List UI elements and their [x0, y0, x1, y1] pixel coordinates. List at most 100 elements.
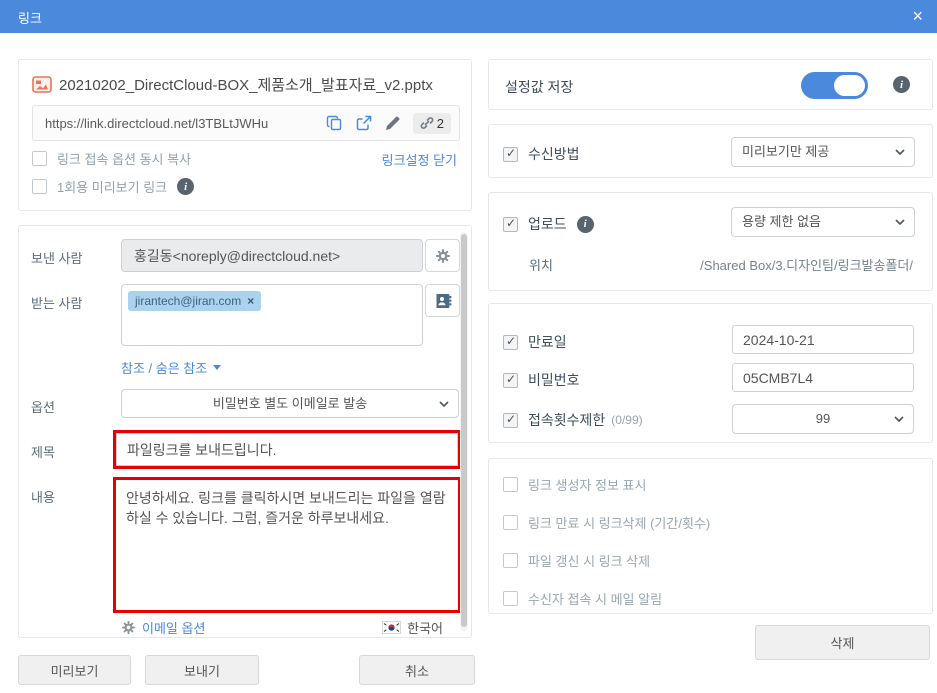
- copy-options-label: 링크 접속 옵션 동시 복사: [57, 149, 191, 168]
- chevron-down-icon: [894, 416, 904, 422]
- recipient-label: 받는 사람: [31, 293, 82, 312]
- onetime-preview-checkbox[interactable]: [32, 179, 47, 194]
- share-url[interactable]: https://link.directcloud.net/l3TBLtJWHu: [33, 116, 326, 131]
- address-book-icon: [434, 292, 452, 310]
- cc-bcc-label: 참조 / 숨은 참조: [121, 358, 207, 377]
- upload-limit-value: 용량 제한 없음: [742, 214, 821, 229]
- access-limit-value: 99: [816, 411, 830, 426]
- subject-highlight-box: [113, 430, 461, 469]
- notify-on-access-label: 수신자 접속 시 메일 알림: [528, 589, 662, 608]
- onetime-preview-row: 1회용 미리보기 링크 i: [32, 177, 194, 196]
- upload-location-label: 위치: [529, 255, 553, 274]
- close-link-settings[interactable]: 링크설정 닫기: [382, 150, 457, 169]
- link-count-badge[interactable]: 2: [413, 113, 451, 134]
- scrollbar-track[interactable]: [460, 232, 468, 631]
- upload-label: 업로드: [528, 214, 567, 234]
- email-options-link[interactable]: 이메일 옵션: [121, 618, 205, 637]
- receive-method-card: 수신방법 미리보기만 제공: [488, 124, 933, 178]
- password-label: 비밀번호: [528, 370, 580, 390]
- mail-form-card: 보낸 사람 받는 사람 jirantech@jiran.com ×: [18, 225, 472, 638]
- body-label: 내용: [31, 487, 55, 506]
- language-indicator[interactable]: 한국어: [382, 618, 443, 637]
- mail-option-value: 비밀번호 별도 이메일로 발송: [213, 396, 367, 411]
- chevron-down-icon: [895, 219, 905, 225]
- recipient-input[interactable]: jirantech@jiran.com ×: [121, 284, 423, 346]
- sender-input[interactable]: [121, 239, 423, 272]
- dialog-titlebar: 링크 ×: [0, 0, 937, 33]
- chevron-down-icon: [895, 149, 905, 155]
- creator-info-label: 링크 생성자 정보 표시: [528, 475, 646, 494]
- link-password-input[interactable]: [732, 363, 914, 392]
- edit-pencil-icon[interactable]: [384, 114, 402, 132]
- info-icon[interactable]: i: [893, 76, 910, 93]
- access-limit-checkbox[interactable]: [503, 413, 518, 428]
- file-name: 20210202_DirectCloud-BOX_제품소개_발표자료_v2.pp…: [59, 74, 433, 95]
- subject-label: 제목: [31, 442, 55, 461]
- option-label: 옵션: [31, 397, 55, 416]
- upload-card: 업로드 i 용량 제한 없음 위치 /Shared Box/3.디자인팀/링크발…: [488, 192, 933, 291]
- address-book-button[interactable]: [425, 284, 460, 317]
- save-settings-toggle[interactable]: [801, 72, 868, 99]
- info-icon[interactable]: i: [177, 178, 194, 195]
- upload-checkbox[interactable]: [503, 217, 518, 232]
- close-icon[interactable]: ×: [912, 4, 923, 28]
- file-row: 20210202_DirectCloud-BOX_제품소개_발표자료_v2.pp…: [32, 74, 433, 95]
- cancel-button[interactable]: 취소: [359, 655, 475, 685]
- info-icon[interactable]: i: [577, 216, 594, 233]
- expiry-label: 만료일: [528, 332, 567, 352]
- subject-input[interactable]: [116, 433, 458, 466]
- delete-on-update-label: 파일 갱신 시 링크 삭제: [528, 551, 650, 570]
- receive-method-label: 수신방법: [528, 144, 580, 164]
- delete-on-expiry-label: 링크 만료 시 링크삭제 (기간/횟수): [528, 513, 710, 532]
- creator-info-checkbox[interactable]: [503, 477, 518, 492]
- link-count: 2: [437, 116, 444, 131]
- mail-option-select[interactable]: 비밀번호 별도 이메일로 발송: [121, 389, 459, 418]
- upload-location-path: /Shared Box/3.디자인팀/링크발송폴더/: [700, 255, 913, 274]
- dialog-title: 링크: [18, 8, 42, 27]
- toggle-knob: [834, 75, 865, 96]
- copy-options-row: 링크 접속 옵션 동시 복사: [32, 149, 191, 168]
- save-settings-card: 설정값 저장 i: [488, 59, 933, 110]
- extra-options-card: 링크 생성자 정보 표시 링크 만료 시 링크삭제 (기간/횟수) 파일 갱신 …: [488, 458, 933, 614]
- access-limit-select[interactable]: 99: [732, 404, 914, 434]
- gear-icon: [435, 248, 451, 264]
- link-dialog: 링크 × 20210202_DirectCloud-BOX_제품소개_발표자료_…: [0, 0, 937, 693]
- korea-flag-icon: [382, 621, 401, 634]
- save-settings-label: 설정값 저장: [505, 77, 573, 97]
- notify-on-access-checkbox[interactable]: [503, 591, 518, 606]
- sender-settings-button[interactable]: [425, 239, 460, 272]
- cc-bcc-toggle[interactable]: 참조 / 숨은 참조: [121, 358, 221, 377]
- expiry-date-input[interactable]: [732, 325, 914, 354]
- file-link-card: 20210202_DirectCloud-BOX_제품소개_발표자료_v2.pp…: [18, 59, 472, 211]
- gear-icon: [121, 620, 136, 635]
- password-checkbox[interactable]: [503, 373, 518, 388]
- language-label: 한국어: [407, 618, 443, 637]
- pptx-file-icon: [32, 76, 52, 93]
- recipient-tag: jirantech@jiran.com ×: [128, 291, 261, 311]
- expiry-checkbox[interactable]: [503, 335, 518, 350]
- scrollbar-thumb[interactable]: [461, 234, 467, 627]
- send-button[interactable]: 보내기: [145, 655, 259, 685]
- chevron-down-icon: [213, 365, 221, 370]
- receive-method-select[interactable]: 미리보기만 제공: [731, 137, 915, 167]
- copy-options-checkbox[interactable]: [32, 151, 47, 166]
- upload-limit-select[interactable]: 용량 제한 없음: [731, 207, 915, 237]
- restrictions-card: 만료일 비밀번호 접속횟수제한 (0/99) 99: [488, 303, 933, 443]
- delete-on-update-checkbox[interactable]: [503, 553, 518, 568]
- copy-icon[interactable]: [326, 114, 344, 132]
- sender-label: 보낸 사람: [31, 248, 82, 267]
- body-textarea[interactable]: 안녕하세요. 링크를 클릭하시면 보내드리는 파일을 열람하실 수 있습니다. …: [116, 480, 458, 610]
- receive-method-checkbox[interactable]: [503, 147, 518, 162]
- preview-button[interactable]: 미리보기: [18, 655, 131, 685]
- onetime-preview-label: 1회용 미리보기 링크: [57, 177, 167, 196]
- delete-button[interactable]: 삭제: [755, 625, 930, 660]
- delete-on-expiry-checkbox[interactable]: [503, 515, 518, 530]
- share-url-box: https://link.directcloud.net/l3TBLtJWHu: [32, 105, 460, 141]
- access-limit-counter: (0/99): [611, 413, 642, 427]
- body-highlight-box: 안녕하세요. 링크를 클릭하시면 보내드리는 파일을 열람하실 수 있습니다. …: [113, 477, 461, 613]
- chevron-down-icon: [439, 401, 449, 407]
- tag-remove-icon[interactable]: ×: [247, 294, 254, 308]
- chain-link-icon: [420, 116, 434, 130]
- email-options-label: 이메일 옵션: [142, 618, 205, 637]
- open-external-icon[interactable]: [355, 114, 373, 132]
